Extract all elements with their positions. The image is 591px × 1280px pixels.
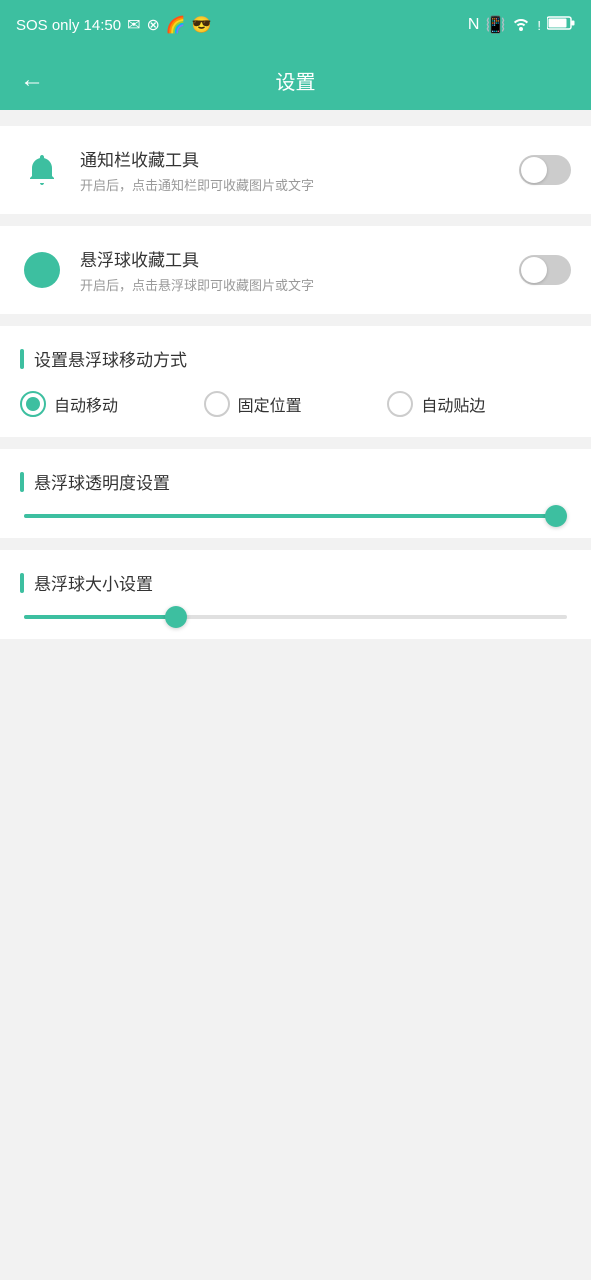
transparency-section-bar [20, 472, 24, 492]
move-section-header: 设置悬浮球移动方式 [20, 346, 571, 371]
size-slider-wrap [20, 615, 571, 619]
float-ball-icon-wrap [20, 248, 64, 292]
page-title: 设置 [276, 66, 316, 95]
color-icon: 🌈 [166, 15, 186, 35]
radio-auto-stick[interactable]: 自动贴边 [387, 391, 571, 417]
radio-label-stick: 自动贴边 [421, 392, 485, 416]
float-ball-text: 悬浮球收藏工具 开启后，点击悬浮球即可收藏图片或文字 [80, 246, 314, 294]
size-section-header: 悬浮球大小设置 [20, 570, 571, 595]
transparency-slider-thumb[interactable] [545, 505, 567, 527]
notification-card: 通知栏收藏工具 开启后，点击通知栏即可收藏图片或文字 [0, 126, 591, 214]
radio-auto-move[interactable]: 自动移动 [20, 391, 204, 417]
title-bar: ← 设置 [0, 50, 591, 110]
notification-toggle[interactable] [519, 155, 571, 185]
move-section-title: 设置悬浮球移动方式 [34, 346, 187, 371]
bell-icon [24, 152, 60, 188]
battery-icon [547, 15, 575, 36]
email-icon: ✉ [127, 15, 140, 35]
signal-icon: ! [537, 18, 541, 33]
transparency-section-header: 悬浮球透明度设置 [20, 469, 571, 494]
float-ball-toggle[interactable] [519, 255, 571, 285]
radio-fixed-position[interactable]: 固定位置 [204, 391, 388, 417]
nfc-icon: N [468, 16, 480, 34]
radio-label-auto-move: 自动移动 [54, 392, 118, 416]
status-left: SOS only 14:50 ✉ ⊗ 🌈 😎 [16, 15, 212, 35]
size-section-bar [20, 573, 24, 593]
vibrate-icon: 📳 [485, 15, 505, 35]
float-ball-icon [24, 252, 60, 288]
radio-circle-stick [387, 391, 413, 417]
transparency-section: 悬浮球透明度设置 [0, 449, 591, 538]
size-slider[interactable] [24, 615, 567, 619]
radio-inner-auto-move [26, 397, 40, 411]
radio-label-fixed: 固定位置 [238, 392, 302, 416]
notification-title: 通知栏收藏工具 [80, 146, 314, 171]
size-section: 悬浮球大小设置 [0, 550, 591, 639]
size-slider-thumb[interactable] [165, 606, 187, 628]
notification-desc: 开启后，点击通知栏即可收藏图片或文字 [80, 175, 314, 194]
notification-text: 通知栏收藏工具 开启后，点击通知栏即可收藏图片或文字 [80, 146, 314, 194]
size-section-title: 悬浮球大小设置 [34, 570, 153, 595]
transparency-section-title: 悬浮球透明度设置 [34, 469, 170, 494]
wifi-icon [511, 15, 531, 36]
settings-content: 通知栏收藏工具 开启后，点击通知栏即可收藏图片或文字 悬浮球收藏工具 开启后，点… [0, 110, 591, 667]
notification-card-left: 通知栏收藏工具 开启后，点击通知栏即可收藏图片或文字 [20, 146, 314, 194]
status-bar: SOS only 14:50 ✉ ⊗ 🌈 😎 N 📳 ! [0, 0, 591, 50]
transparency-slider-fill [24, 514, 556, 518]
emoji-icon: 😎 [192, 15, 212, 35]
back-button[interactable]: ← [20, 66, 44, 94]
transparency-slider[interactable] [24, 514, 567, 518]
radio-circle-auto-move [20, 391, 46, 417]
size-slider-fill [24, 615, 176, 619]
bell-icon-wrap [20, 148, 64, 192]
move-section: 设置悬浮球移动方式 自动移动 固定位置 自动贴边 [0, 326, 591, 437]
status-text: SOS only 14:50 [16, 17, 121, 34]
block-icon: ⊗ [146, 15, 159, 35]
float-ball-desc: 开启后，点击悬浮球即可收藏图片或文字 [80, 275, 314, 294]
move-radio-group: 自动移动 固定位置 自动贴边 [20, 391, 571, 417]
move-section-bar [20, 349, 24, 369]
transparency-slider-wrap [20, 514, 571, 518]
float-ball-title: 悬浮球收藏工具 [80, 246, 314, 271]
radio-circle-fixed [204, 391, 230, 417]
status-right: N 📳 ! [468, 15, 575, 36]
float-ball-card: 悬浮球收藏工具 开启后，点击悬浮球即可收藏图片或文字 [0, 226, 591, 314]
float-ball-card-left: 悬浮球收藏工具 开启后，点击悬浮球即可收藏图片或文字 [20, 246, 314, 294]
